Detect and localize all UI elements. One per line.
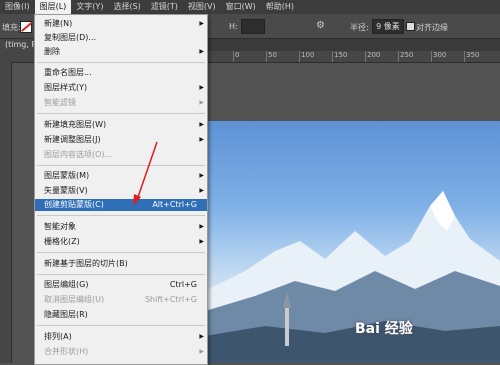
menu-select[interactable]: 选择(S) [108,0,145,14]
menu-item-label: 图层蒙版(M) [44,171,90,180]
submenu-arrow-icon: ▶ [199,20,204,27]
ruler-tick: 150 [331,51,348,62]
menu-separator [37,215,205,216]
align-edges-label: 对齐边缘 [416,23,448,32]
submenu-arrow-icon: ▶ [199,121,204,128]
ruler-tick: 100 [298,51,315,62]
menu-view[interactable]: 视图(V) [183,0,221,14]
menu-item-combine-shapes: 合并形状(H) ▶ [35,346,207,358]
ruler-tick: 300 [430,51,447,62]
menu-item-hide-layers[interactable]: 隐藏图层(R) [35,309,207,321]
menu-item-label: 新建(N) [44,19,73,28]
ruler-tick: 200 [364,51,381,62]
menu-separator [37,62,205,63]
menu-item-label: 合并形状(H) [44,347,89,356]
menu-item-label: 新建填充图层(W) [44,120,107,129]
menu-item-label: 图层内容选项(O)... [44,150,113,159]
menu-item-create-clipping-mask[interactable]: 创建剪贴蒙版(C) Alt+Ctrl+G [35,199,207,211]
menu-item-vector-mask[interactable]: 矢量蒙版(V) ▶ [35,185,207,197]
menu-item-layer-content-options: 图层内容选项(O)... [35,149,207,161]
menu-type[interactable]: 文字(Y) [71,0,108,14]
menu-item-smart-object[interactable]: 智能对象 ▶ [35,221,207,233]
menu-item-label: 删除 [44,47,60,56]
menu-item-label: 新建基于图层的切片(B) [44,259,128,268]
menu-item-label: 创建剪贴蒙版(C) [44,200,104,209]
radius-label: 半径: [350,23,369,32]
watermark: Bai 经验 [355,321,413,337]
ruler-tick: 0 [232,51,240,62]
menu-item-new[interactable]: 新建(N) ▶ [35,18,207,30]
ruler-tick: 350 [463,51,480,62]
ruler-tick: 50 [266,51,277,62]
submenu-arrow-icon: ▶ [199,187,204,194]
menu-item-new-layer-based-slice[interactable]: 新建基于图层的切片(B) [35,258,207,270]
menu-image[interactable]: 图像(I) [0,0,35,14]
menu-help[interactable]: 帮助(H) [261,0,299,14]
menu-item-label: 取消图层编组(U) [44,295,105,304]
menu-item-label: 图层样式(Y) [44,83,88,92]
menu-window[interactable]: 窗口(W) [221,0,261,14]
layer-dropdown-menu: 新建(N) ▶ 复制图层(D)... 删除 ▶ 重命名图层... 图层样式(Y) ▶ … [34,14,208,365]
ruler-tick: 250 [397,51,414,62]
menu-item-label: 重命名图层... [44,68,92,77]
menu-item-rename-layer[interactable]: 重命名图层... [35,67,207,79]
menu-item-delete[interactable]: 删除 ▶ [35,46,207,58]
submenu-arrow-icon: ▶ [199,238,204,245]
menu-bar: 图像(I) 图层(L) 文字(Y) 选择(S) 滤镜(T) 视图(V) 窗口(W… [0,0,500,14]
menu-separator [37,252,205,253]
fill-label: 填充: [2,23,21,32]
menu-separator [37,325,205,326]
submenu-arrow-icon: ▶ [199,136,204,143]
menu-item-label: 智能对象 [44,222,76,231]
menu-item-rasterize[interactable]: 栅格化(Z) ▶ [35,236,207,248]
menu-item-label: 矢量蒙版(V) [44,186,88,195]
mountain-illustration [205,191,500,363]
menu-item-duplicate-layer[interactable]: 复制图层(D)... [35,32,207,44]
h-label: H: [229,22,238,31]
submenu-arrow-icon: ▶ [199,48,204,55]
menu-separator [37,274,205,275]
menu-item-smart-filter: 智能滤镜 ▶ [35,97,207,109]
menu-item-new-fill-layer[interactable]: 新建填充图层(W) ▶ [35,119,207,131]
h-field[interactable] [241,19,265,34]
menu-item-label: 隐藏图层(R) [44,310,88,319]
menu-item-ungroup-layers: 取消图层编组(U) Shift+Ctrl+G [35,294,207,306]
vertical-ruler [0,62,12,363]
menu-item-label: 排列(A) [44,332,72,341]
menu-item-shortcut: Ctrl+G [169,280,197,289]
submenu-arrow-icon: ▶ [199,84,204,91]
menu-item-shortcut: Shift+Ctrl+G [144,295,197,304]
gear-icon[interactable]: ⚙ [316,20,325,31]
menu-item-layer-mask[interactable]: 图层蒙版(M) ▶ [35,170,207,182]
menu-item-layer-style[interactable]: 图层样式(Y) ▶ [35,82,207,94]
align-edges-checkbox[interactable] [406,22,415,31]
submenu-arrow-icon: ▶ [199,99,204,106]
annotation-arrow-icon [133,141,158,206]
submenu-arrow-icon: ▶ [199,333,204,340]
menu-filter[interactable]: 滤镜(T) [146,0,183,14]
radius-field[interactable]: 9 像素 [372,19,404,34]
menu-item-arrange[interactable]: 排列(A) ▶ [35,331,207,343]
fill-swatch[interactable] [20,21,32,33]
menu-item-new-adjustment-layer[interactable]: 新建调整图层(J) ▶ [35,134,207,146]
menu-separator [37,165,205,166]
submenu-arrow-icon: ▶ [199,172,204,179]
menu-item-label: 复制图层(D)... [44,33,97,42]
submenu-arrow-icon: ▶ [199,348,204,355]
menu-item-label: 智能滤镜 [44,98,76,107]
menu-separator [37,113,205,114]
menu-item-group-layers[interactable]: 图层编组(G) Ctrl+G [35,279,207,291]
menu-item-label: 栅格化(Z) [44,237,80,246]
menu-item-label: 新建调整图层(J) [44,135,101,144]
menu-layer[interactable]: 图层(L) [34,0,72,14]
menu-item-label: 图层编组(G) [44,280,89,289]
submenu-arrow-icon: ▶ [199,223,204,230]
canvas-image [205,121,500,363]
